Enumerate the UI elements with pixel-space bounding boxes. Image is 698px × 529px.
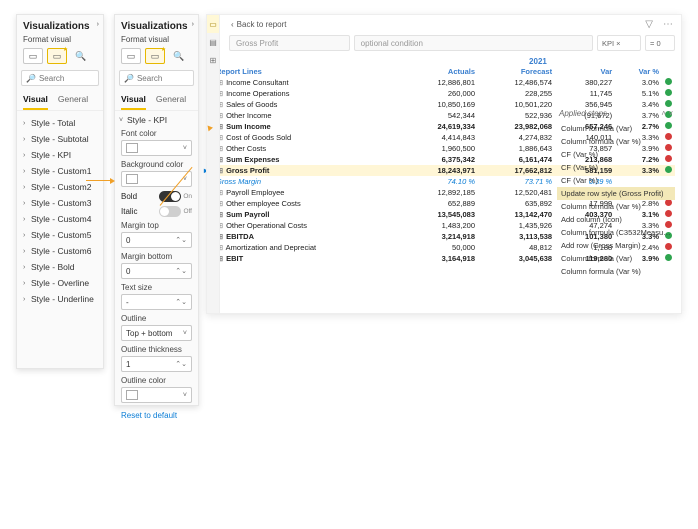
tab-general[interactable]: General	[156, 92, 186, 110]
build-visual-icon[interactable]: ▭	[121, 48, 141, 64]
margin-top-label: Margin top	[121, 221, 192, 230]
col-varp[interactable]: Var %	[615, 66, 662, 77]
style-item[interactable]: ›Style - KPI	[19, 147, 101, 163]
style-item[interactable]: ›Style - Custom5	[19, 227, 101, 243]
panel1-title: Visualizations›	[17, 15, 103, 35]
chevron-up-icon[interactable]: ˄	[661, 109, 666, 118]
style-item[interactable]: ›Style - Subtotal	[19, 131, 101, 147]
style-item[interactable]: ›Style - Custom2	[19, 179, 101, 195]
panel2-title: Visualizations›	[115, 15, 198, 35]
applied-steps-header[interactable]: Applied steps ˄ ˅	[557, 107, 675, 122]
panel1-style-list: ›Style - Total›Style - Subtotal›Style - …	[17, 111, 103, 313]
style-item[interactable]: ›Style - Underline	[19, 291, 101, 307]
view-mode-tabs: ▭ ▤ ⊞	[206, 14, 220, 314]
applied-step-item[interactable]: Column formula (Var)	[557, 252, 675, 265]
visualizations-panel-2: Visualizations› Format visual ▭ ▭★ 🔍 🔎 V…	[114, 14, 199, 406]
font-color-label: Font color	[121, 129, 192, 138]
tab-general[interactable]: General	[58, 92, 88, 110]
applied-step-item[interactable]: Add column (Icon)	[557, 213, 675, 226]
font-color-select[interactable]: ˅	[121, 140, 192, 156]
bg-color-select[interactable]: ˅	[121, 171, 192, 187]
style-item[interactable]: ›Style - Custom1	[19, 163, 101, 179]
margin-bottom-input[interactable]: 0⌃⌄	[121, 263, 192, 279]
search-icon: 🔎	[124, 74, 134, 83]
applied-step-item[interactable]: Column formula (Var %)	[557, 135, 675, 148]
applied-step-item[interactable]: Add row (Gross Margin)	[557, 239, 675, 252]
filter-icon[interactable]: ▽	[643, 19, 655, 30]
style-item[interactable]: ›Style - Bold	[19, 259, 101, 275]
gross-profit-field[interactable]: Gross Profit	[229, 35, 350, 51]
reset-to-default[interactable]: Reset to default	[115, 405, 198, 424]
tab-visual[interactable]: Visual	[23, 92, 48, 110]
margin-bottom-label: Margin bottom	[121, 252, 192, 261]
style-item[interactable]: ›Style - Total	[19, 115, 101, 131]
applied-step-item[interactable]: CF (Var %)	[557, 174, 675, 187]
style-item[interactable]: ›Style - Custom6	[19, 243, 101, 259]
tab-visual[interactable]: Visual	[121, 92, 146, 110]
chevron-down-icon[interactable]: ˅	[668, 109, 673, 118]
outline-color-select[interactable]: ˅	[121, 387, 192, 403]
col-forecast[interactable]: Forecast	[478, 66, 555, 77]
data-view-icon[interactable]: ▤	[207, 33, 219, 51]
applied-step-item[interactable]: CF (Var %)	[557, 161, 675, 174]
applied-step-item[interactable]: CF (Var %)	[557, 148, 675, 161]
outline-thickness-input[interactable]: 1⌃⌄	[121, 356, 192, 372]
table-row[interactable]: ⊞ Income Consultant12,886,80112,486,5743…	[213, 77, 675, 88]
margin-top-input[interactable]: 0⌃⌄	[121, 232, 192, 248]
outline-thickness-label: Outline thickness	[121, 345, 192, 354]
main-toolbar: ‹Back to report ▽ ⋯	[207, 15, 681, 33]
outline-select[interactable]: Top + bottom˅	[121, 325, 192, 341]
applied-step-item[interactable]: Column formula (Var %)	[557, 265, 675, 278]
format-visual-icon[interactable]: ▭★	[47, 48, 67, 64]
col-actuals[interactable]: Actuals	[401, 66, 478, 77]
bg-color-label: Background color	[121, 160, 192, 169]
bold-label: Bold	[121, 192, 137, 201]
panel2-sub: Format visual	[115, 35, 198, 48]
text-size-input[interactable]: -⌃⌄	[121, 294, 192, 310]
style-item[interactable]: ›Style - Custom3	[19, 195, 101, 211]
panel1-sub: Format visual	[17, 35, 103, 48]
col-var[interactable]: Var	[555, 66, 615, 77]
build-visual-icon[interactable]: ▭	[23, 48, 43, 64]
bold-toggle[interactable]	[159, 191, 181, 202]
report-view-icon[interactable]: ▭	[207, 15, 219, 33]
model-view-icon[interactable]: ⊞	[207, 51, 219, 69]
collapse-icon[interactable]: ›	[192, 21, 194, 28]
eq-zero[interactable]: = 0	[645, 35, 675, 51]
analytics-icon[interactable]: 🔍	[71, 48, 91, 64]
period-header: 2021	[401, 56, 675, 66]
formula-bar: Gross Profit optional condition KPI × = …	[207, 33, 681, 53]
more-icon[interactable]: ⋯	[661, 19, 675, 30]
search-icon: 🔎	[26, 74, 36, 83]
panel1-tabs: Visual General	[17, 90, 103, 111]
panel2-tabs: Visual General	[115, 90, 198, 111]
panel2-search[interactable]: 🔎	[119, 70, 194, 86]
style-item[interactable]: ›Style - Custom4	[19, 211, 101, 227]
style-kpi-expanded[interactable]: ˅Style - KPI	[115, 111, 198, 127]
panel1-search[interactable]: 🔎	[21, 70, 99, 86]
back-to-report[interactable]: ‹Back to report	[231, 20, 286, 29]
outline-color-label: Outline color	[121, 376, 192, 385]
panel1-icons: ▭ ▭★ 🔍	[17, 48, 103, 70]
applied-step-item[interactable]: Column formula (C3532Measures164…	[557, 226, 675, 239]
search-input[interactable]	[137, 74, 247, 83]
italic-toggle[interactable]	[159, 206, 181, 217]
panel2-icons: ▭ ▭★ 🔍	[115, 48, 198, 70]
applied-step-item[interactable]: Update row style (Gross Profit)	[557, 187, 675, 200]
analytics-icon[interactable]: 🔍	[169, 48, 189, 64]
kpi-tag[interactable]: KPI ×	[597, 35, 641, 51]
visualizations-panel-1: Visualizations› Format visual ▭ ▭★ 🔍 🔎 V…	[16, 14, 104, 369]
optional-condition-field[interactable]: optional condition	[354, 35, 593, 51]
text-size-label: Text size	[121, 283, 192, 292]
italic-label: Italic	[121, 207, 137, 216]
applied-step-item[interactable]: Column formula (Var)	[557, 122, 675, 135]
applied-step-item[interactable]: Column formula (Var %)	[557, 200, 675, 213]
outline-label: Outline	[121, 314, 192, 323]
collapse-icon[interactable]: ›	[97, 21, 99, 28]
style-item[interactable]: ›Style - Overline	[19, 275, 101, 291]
table-row[interactable]: ⊞ Income Operations260,000228,25511,7455…	[213, 88, 675, 99]
main-visual: ‹Back to report ▽ ⋯ Gross Profit optiona…	[206, 14, 682, 314]
applied-steps: Applied steps ˄ ˅ Column formula (Var)Co…	[557, 107, 675, 278]
format-visual-icon[interactable]: ▭★	[145, 48, 165, 64]
